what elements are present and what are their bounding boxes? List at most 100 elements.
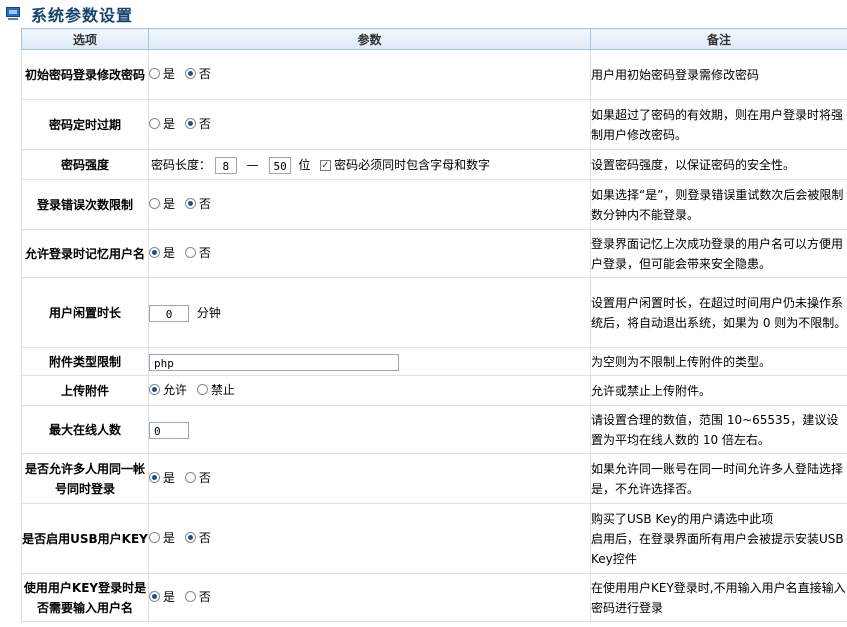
- idle-time-input[interactable]: 0: [149, 304, 189, 322]
- col-header-param: 参数: [148, 28, 591, 50]
- radio-no[interactable]: 否: [184, 114, 211, 134]
- table-row: 密码强度 密码长度： 8 — 50 位 密码必须同时包含字母和数字 设置密码强度…: [21, 149, 847, 180]
- unit-label: 分钟: [196, 305, 221, 320]
- radio-button[interactable]: [184, 247, 196, 259]
- row-note: 为空则为不限制上传附件的类型。: [590, 347, 847, 376]
- attachment-type-input[interactable]: php: [149, 353, 399, 371]
- radio-button[interactable]: [149, 591, 160, 603]
- row-note: 允许或禁止上传附件。: [590, 375, 847, 406]
- radio-button[interactable]: [149, 68, 160, 80]
- radio-no[interactable]: 否: [184, 528, 211, 548]
- row-note: 如果选择“是”，则登录错误重试数次后会被限制数分钟内不能登录。: [590, 179, 847, 230]
- password-max-input[interactable]: 50: [268, 156, 291, 174]
- radio-button[interactable]: [149, 247, 160, 259]
- monitor-icon: [5, 7, 21, 21]
- radio-button[interactable]: [184, 532, 196, 544]
- radio-label: 否: [198, 116, 211, 131]
- radio-label: 否: [198, 589, 211, 604]
- col-header-note: 备注: [590, 28, 847, 50]
- checkbox-label: 密码必须同时包含字母和数字: [334, 157, 491, 172]
- radio-yes[interactable]: 是: [149, 528, 175, 548]
- table-row: 用户闲置时长 0 分钟 设置用户闲置时长，在超过时间用户仍未操作系统后，将自动退…: [21, 277, 847, 348]
- radio-no[interactable]: 否: [184, 243, 211, 263]
- row-control: 密码长度： 8 — 50 位 密码必须同时包含字母和数字: [148, 149, 591, 180]
- row-control: 是 否: [148, 99, 591, 150]
- radio-yes[interactable]: 是: [149, 243, 175, 263]
- table-row: 初始密码登录修改密码 是 否 用户用初始密码登录需修改密码: [21, 49, 847, 100]
- radio-label: 是: [163, 66, 176, 81]
- row-control: 是 否: [148, 503, 591, 574]
- radio-label: 否: [198, 66, 211, 81]
- radio-button[interactable]: [184, 118, 196, 130]
- row-note: 用户用初始密码登录需修改密码: [590, 49, 847, 100]
- radio-no[interactable]: 否: [184, 587, 211, 607]
- row-note: 设置密码强度，以保证密码的安全性。: [590, 149, 847, 180]
- radio-button[interactable]: [184, 472, 196, 484]
- radio-button[interactable]: [149, 472, 160, 484]
- radio-label: 禁止: [210, 382, 235, 397]
- row-control: 是 否: [148, 453, 591, 504]
- range-dash: —: [246, 157, 259, 172]
- radio-no[interactable]: 否: [184, 468, 211, 488]
- radio-no[interactable]: 否: [184, 64, 211, 84]
- row-control: php: [148, 347, 591, 376]
- row-note: 登录界面记忆上次成功登录的用户名可以方便用户登录，但可能会带来安全隐患。: [590, 229, 847, 278]
- radio-forbid[interactable]: 禁止: [196, 380, 235, 400]
- require-alnum-checkbox[interactable]: [320, 156, 332, 176]
- row-label: 最大在线人数: [21, 405, 149, 454]
- row-label: 初始密码登录修改密码: [21, 49, 149, 100]
- row-label: 密码强度: [21, 149, 149, 180]
- radio-button[interactable]: [184, 198, 196, 210]
- table-row: 附件类型限制 php 为空则为不限制上传附件的类型。: [21, 347, 847, 376]
- table-header: 选项 参数 备注: [21, 28, 847, 50]
- row-note: 如果允许同一账号在同一时间允许多人登陆选择是，不允许选择否。: [590, 453, 847, 504]
- radio-label: 是: [163, 470, 176, 485]
- radio-yes[interactable]: 是: [149, 587, 175, 607]
- radio-label: 否: [198, 470, 211, 485]
- note-line: 启用后，在登录界面所有用户会被提示安装USB Key控件: [591, 531, 844, 566]
- row-label: 密码定时过期: [21, 99, 149, 150]
- password-min-input[interactable]: 8: [214, 156, 237, 174]
- radio-button[interactable]: [149, 532, 160, 544]
- radio-button[interactable]: [149, 198, 160, 210]
- max-online-input[interactable]: 0: [149, 421, 189, 439]
- row-note: 购买了USB Key的用户请选中此项启用后，在登录界面所有用户会被提示安装USB…: [590, 503, 847, 574]
- radio-yes[interactable]: 是: [149, 64, 175, 84]
- row-control: 是 否: [148, 573, 591, 622]
- row-label: 使用用户KEY登录时是否需要输入用户名: [21, 573, 149, 622]
- radio-label: 允许: [163, 382, 188, 397]
- radio-yes[interactable]: 是: [149, 194, 175, 214]
- password-length-label: 密码长度：: [151, 157, 212, 172]
- unit-label: 位: [298, 157, 311, 172]
- table-row: 允许登录时记忆用户名 是 否 登录界面记忆上次成功登录的用户名可以方便用户登录，…: [21, 229, 847, 278]
- radio-no[interactable]: 否: [184, 194, 211, 214]
- row-control: 是 否: [148, 49, 591, 100]
- row-control: 允许 禁止: [148, 375, 591, 406]
- row-note: 在使用用户KEY登录时,不用输入用户名直接输入密码进行登录: [590, 573, 847, 622]
- table-row: 最大在线人数 0 请设置合理的数值，范围 10~65535，建议设置为平均在线人…: [21, 405, 847, 454]
- settings-table: 选项 参数 备注 初始密码登录修改密码 是 否 用户用初始密码登录需修改密码 密…: [21, 28, 847, 622]
- radio-label: 否: [198, 530, 211, 545]
- radio-yes[interactable]: 是: [149, 114, 175, 134]
- radio-label: 是: [163, 530, 176, 545]
- radio-button[interactable]: [149, 384, 160, 396]
- table-row: 使用用户KEY登录时是否需要输入用户名 是 否 在使用用户KEY登录时,不用输入…: [21, 573, 847, 622]
- radio-button[interactable]: [184, 68, 196, 80]
- radio-allow[interactable]: 允许: [149, 380, 187, 400]
- radio-button[interactable]: [149, 118, 160, 130]
- row-control: 是 否: [148, 179, 591, 230]
- row-label: 用户闲置时长: [21, 277, 149, 348]
- radio-button[interactable]: [196, 384, 208, 396]
- row-label: 登录错误次数限制: [21, 179, 149, 230]
- radio-label: 是: [163, 245, 176, 260]
- page-header: 系统参数设置: [0, 0, 847, 28]
- radio-yes[interactable]: 是: [149, 468, 175, 488]
- row-control: 是 否: [148, 229, 591, 278]
- radio-button[interactable]: [184, 591, 196, 603]
- table-row: 是否启用USB用户KEY 是 否 购买了USB Key的用户请选中此项启用后，在…: [21, 503, 847, 574]
- radio-label: 否: [198, 245, 211, 260]
- row-control: 0: [148, 405, 591, 454]
- row-note: 请设置合理的数值，范围 10~65535，建议设置为平均在线人数的 10 倍左右…: [590, 405, 847, 454]
- note-line: 购买了USB Key的用户请选中此项: [591, 511, 774, 526]
- row-label: 是否启用USB用户KEY: [21, 503, 149, 574]
